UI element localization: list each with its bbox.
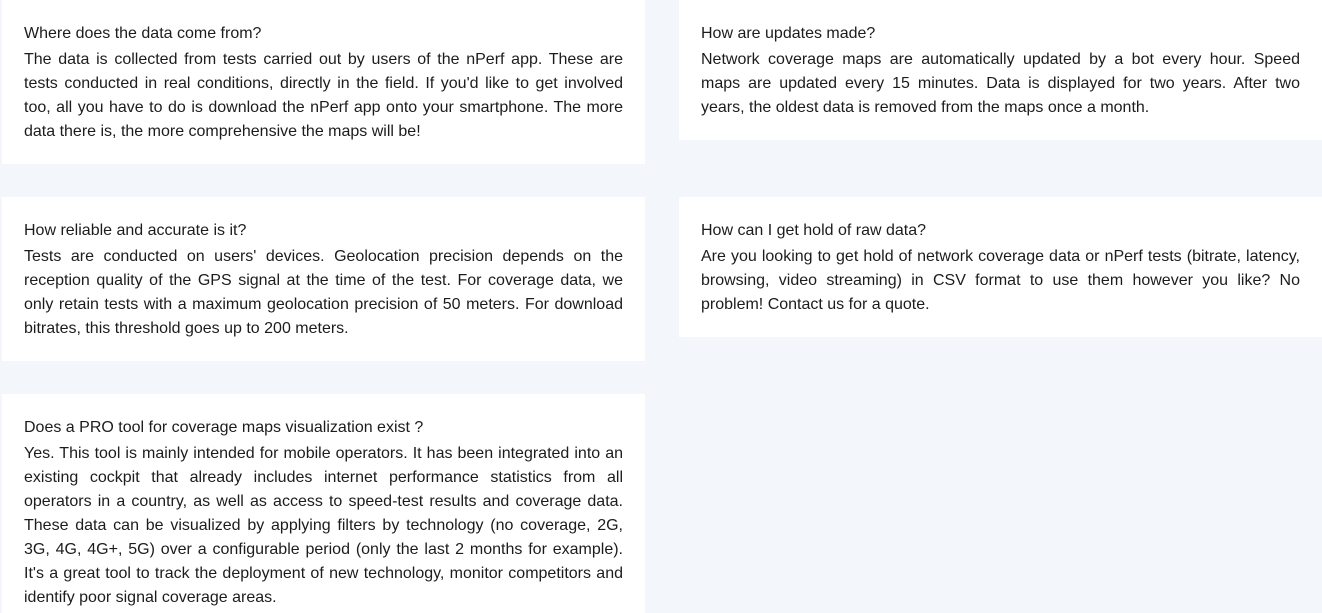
faq-card-updates: How are updates made? Network coverage m… (679, 0, 1322, 140)
faq-answer: Network coverage maps are automatically … (701, 51, 1300, 116)
faq-question: Does a PRO tool for coverage maps visual… (24, 419, 424, 436)
faq-card-pro-tool: Does a PRO tool for coverage maps visual… (2, 394, 645, 613)
faq-card-raw-data: How can I get hold of raw data? Are you … (679, 197, 1322, 337)
faq-question: Where does the data come from? (24, 25, 262, 42)
faq-answer: Tests are conducted on users' devices. G… (24, 248, 623, 337)
faq-question: How are updates made? (701, 25, 876, 42)
faq-question: How reliable and accurate is it? (24, 222, 247, 239)
faq-answer: The data is collected from tests carried… (24, 51, 623, 140)
faq-answer: Yes. This tool is mainly intended for mo… (24, 445, 623, 606)
faq-answer: Are you looking to get hold of network c… (701, 248, 1300, 313)
faq-card-reliability: How reliable and accurate is it? Tests a… (2, 197, 645, 361)
faq-question: How can I get hold of raw data? (701, 222, 927, 239)
faq-card-data-source: Where does the data come from? The data … (2, 0, 645, 164)
